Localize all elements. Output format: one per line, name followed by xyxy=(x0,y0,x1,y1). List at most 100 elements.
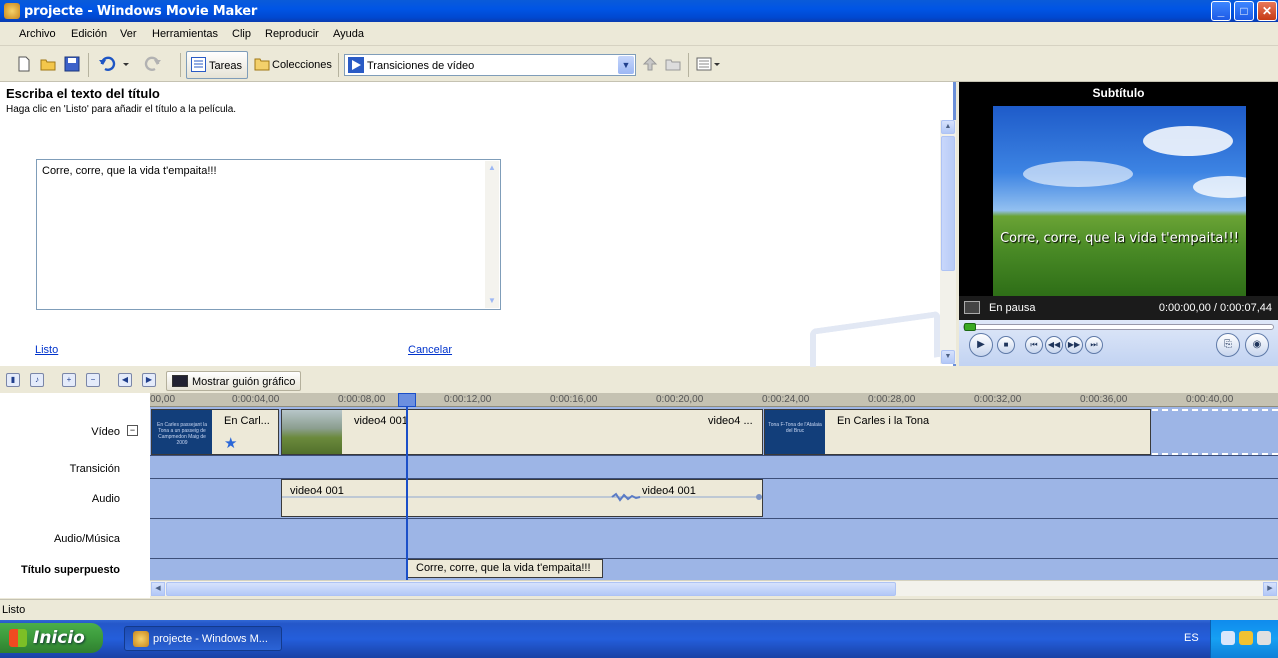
redo-icon[interactable] xyxy=(142,56,162,72)
timeline-scrollbar[interactable]: ◀ ▶ xyxy=(150,580,1278,596)
rewind-button[interactable]: ◀◀ xyxy=(1045,336,1063,354)
ruler-tick: 0:00:20,00 xyxy=(656,394,704,405)
cancel-link[interactable]: Cancelar xyxy=(408,344,452,356)
toolbar-separator xyxy=(180,53,181,77)
snapshot-button[interactable]: ◉ xyxy=(1245,333,1269,357)
task-heading: Escriba el texto del título xyxy=(6,86,160,101)
start-button[interactable]: Inicio xyxy=(0,623,103,653)
seek-bar[interactable] xyxy=(963,323,1274,331)
zoom-in-icon[interactable]: + xyxy=(62,373,76,387)
play-button[interactable]: ▶ xyxy=(969,333,993,357)
scroll-up-icon[interactable]: ▲ xyxy=(485,161,499,175)
taskbar-item[interactable]: projecte - Windows M... xyxy=(124,626,282,651)
previous-frame-button[interactable]: ⏮ xyxy=(1025,336,1043,354)
tasks-icon xyxy=(191,57,206,72)
ruler-tick: 0:00:32,00 xyxy=(974,394,1022,405)
undo-dropdown-icon[interactable] xyxy=(122,56,130,72)
cloud xyxy=(1193,176,1246,198)
preview-monitor: Subtítulo Corre, corre, que la vida t'em… xyxy=(959,82,1278,366)
toolbar-separator xyxy=(688,53,689,77)
seek-handle[interactable] xyxy=(964,323,976,331)
ruler-tick: 0:00:04,00 xyxy=(232,394,280,405)
scroll-down-icon[interactable]: ▼ xyxy=(485,294,499,308)
security-icon[interactable] xyxy=(1257,631,1271,645)
collection-combo[interactable]: Transiciones de vídeo ▼ xyxy=(344,54,636,76)
new-folder-icon[interactable] xyxy=(665,56,681,72)
close-button[interactable]: ✕ xyxy=(1257,1,1277,21)
playhead-handle[interactable] xyxy=(398,393,416,407)
timeline-ruler[interactable]: 00,00 0:00:04,00 0:00:08,00 0:00:12,00 0… xyxy=(150,393,1278,407)
up-folder-icon[interactable] xyxy=(642,56,658,72)
title-input-scrollbar[interactable]: ▲ ▼ xyxy=(485,161,499,308)
menu-archivo[interactable]: Archivo xyxy=(19,28,56,40)
ruler-tick: 00,00 xyxy=(150,394,176,405)
clip-label: Corre, corre, que la vida t'empaita!!! xyxy=(416,562,591,574)
menu-ayuda[interactable]: Ayuda xyxy=(333,28,364,40)
scroll-down-icon[interactable]: ▼ xyxy=(941,350,955,364)
screen-size-icon[interactable] xyxy=(964,301,980,314)
timeline-tracks[interactable]: 00,00 0:00:04,00 0:00:08,00 0:00:12,00 0… xyxy=(150,393,1278,580)
undo-icon[interactable] xyxy=(98,56,118,72)
play-timeline-icon[interactable]: ▶ xyxy=(142,373,156,387)
narrate-icon[interactable]: ♪ xyxy=(30,373,44,387)
video-clip[interactable]: video4 001 video4 ... xyxy=(281,409,763,455)
scroll-thumb[interactable] xyxy=(941,136,955,271)
menu-clip[interactable]: Clip xyxy=(232,28,251,40)
clip-label: En Carl... xyxy=(224,415,270,427)
forward-button[interactable]: ▶▶ xyxy=(1065,336,1083,354)
status-text: Listo xyxy=(2,604,26,616)
collections-button[interactable]: Colecciones xyxy=(252,51,332,79)
timeline-toolbar: ▮ ♪ + − ◀ ▶ Mostrar guión gráfico xyxy=(0,367,1278,393)
title-text-input[interactable]: Corre, corre, que la vida t'empaita!!! ▲… xyxy=(36,159,501,310)
menu-reproducir[interactable]: Reproducir xyxy=(265,28,319,40)
scroll-thumb[interactable] xyxy=(166,582,896,596)
overlay-title-clip[interactable]: Corre, corre, que la vida t'empaita!!! xyxy=(407,559,603,578)
scroll-up-icon[interactable]: ▲ xyxy=(941,120,955,134)
volume-icon[interactable] xyxy=(1239,631,1253,645)
split-clip-button[interactable]: ⎘ xyxy=(1216,333,1240,357)
track-labels: Vídeo − Transición Audio Audio/Música Tí… xyxy=(0,393,150,598)
collection-combo-value: Transiciones de vídeo xyxy=(367,60,475,72)
track-label-transition: Transición xyxy=(69,463,120,475)
task-pane-scrollbar[interactable]: ▲ ▼ xyxy=(940,120,956,364)
video-clip[interactable]: Tona F-Tona de l'Atalaia del Bruc En Car… xyxy=(764,409,1151,455)
video-clip[interactable]: En Carles passejant la Tona a un passeig… xyxy=(151,409,279,455)
next-frame-button[interactable]: ⏭ xyxy=(1085,336,1103,354)
show-storyboard-button[interactable]: Mostrar guión gráfico xyxy=(166,371,301,391)
menu-ver[interactable]: Ver xyxy=(120,28,137,40)
watermark-graphic xyxy=(810,310,940,376)
minimize-button[interactable]: _ xyxy=(1211,1,1231,21)
menu-edicion[interactable]: Edición xyxy=(71,28,107,40)
toolbar-separator xyxy=(88,53,89,77)
audio-clip[interactable]: video4 001 video4 001 xyxy=(281,479,763,517)
ruler-tick: 0:00:24,00 xyxy=(762,394,810,405)
preview-status-bar: En pausa 0:00:00,00 / 0:00:07,44 xyxy=(959,296,1278,320)
ruler-tick: 0:00:36,00 xyxy=(1080,394,1128,405)
ruler-tick: 0:00:12,00 xyxy=(444,394,492,405)
clip-thumbnail xyxy=(282,410,342,454)
menu-herramientas[interactable]: Herramientas xyxy=(152,28,218,40)
collapse-icon[interactable]: − xyxy=(127,425,138,436)
cloud xyxy=(1023,161,1133,187)
save-project-icon[interactable] xyxy=(64,56,80,72)
network-icon[interactable] xyxy=(1221,631,1235,645)
clip-thumbnail: En Carles passejant la Tona a un passeig… xyxy=(152,410,212,454)
view-options-icon[interactable] xyxy=(696,56,722,72)
zoom-out-icon[interactable]: − xyxy=(86,373,100,387)
rewind-timeline-icon[interactable]: ◀ xyxy=(118,373,132,387)
done-link[interactable]: Listo xyxy=(35,344,58,356)
stop-button[interactable]: ■ xyxy=(997,336,1015,354)
scroll-right-icon[interactable]: ▶ xyxy=(1263,582,1277,596)
playback-status: En pausa xyxy=(989,302,1036,314)
taskbar: Inicio projecte - Windows M... ES xyxy=(0,620,1278,658)
scroll-left-icon[interactable]: ◀ xyxy=(151,582,165,596)
language-indicator[interactable]: ES xyxy=(1184,632,1199,644)
open-project-icon[interactable] xyxy=(40,56,56,72)
set-audio-levels-icon[interactable]: ▮ xyxy=(6,373,20,387)
chevron-down-icon[interactable]: ▼ xyxy=(618,56,634,74)
maximize-button[interactable]: □ xyxy=(1234,1,1254,21)
movie-maker-window: projecte - Windows Movie Maker _ □ ✕ Arc… xyxy=(0,0,1278,658)
tasks-button[interactable]: Tareas xyxy=(186,51,248,79)
playhead-line[interactable] xyxy=(406,393,408,580)
new-project-icon[interactable] xyxy=(16,56,32,72)
